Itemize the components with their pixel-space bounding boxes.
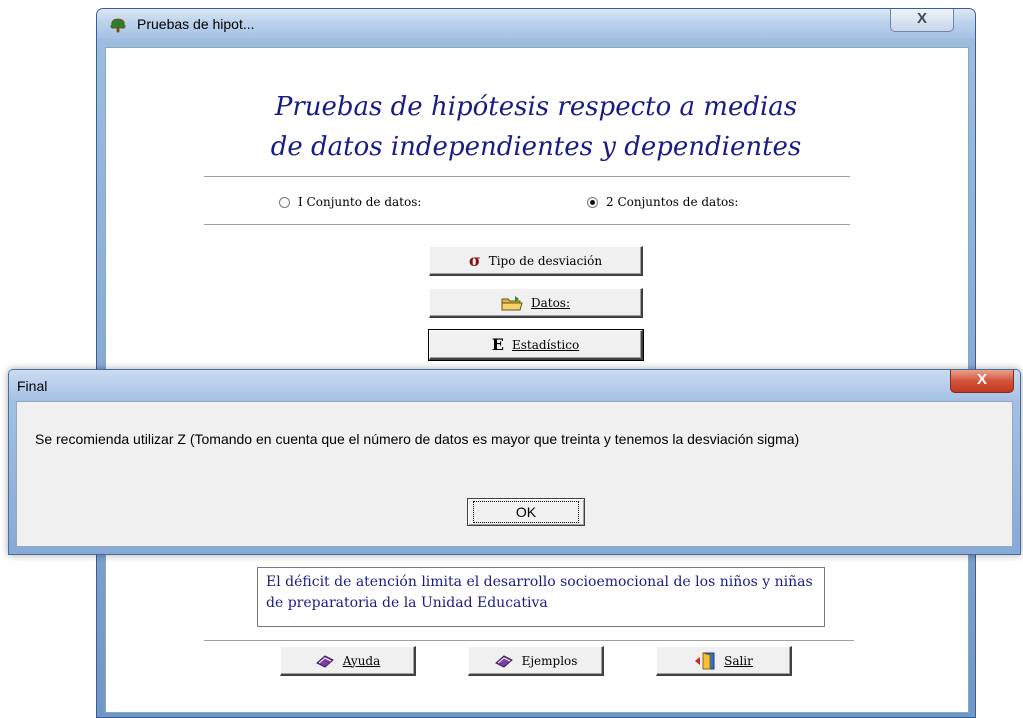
tipo-desviacion-label: Tipo de desviación [488, 253, 603, 268]
ok-label: OK [473, 501, 579, 523]
dialog-title-bar[interactable]: Final X [9, 370, 1020, 400]
radio-label-two-datasets: 2 Conjuntos de datos: [606, 195, 739, 209]
window-title: Pruebas de hipot... [137, 16, 255, 32]
datos-label: Datos: [530, 295, 571, 310]
dialog-message: Se recomienda utilizar Z (Tomando en cue… [35, 431, 800, 447]
ejemplos-button[interactable]: Ejemplos [468, 646, 604, 676]
folder-data-icon [501, 295, 523, 310]
radio-label-one-dataset: I Conjunto de datos: [298, 195, 422, 209]
dialog-title: Final [17, 378, 48, 394]
estadistico-label: Estadístico [512, 337, 580, 352]
final-dialog: Final X Se recomienda utilizar Z (Tomand… [8, 369, 1021, 555]
radio-circle-checked[interactable] [587, 196, 598, 208]
hypothesis-textbox[interactable]: El déficit de atención limita el desarro… [257, 567, 825, 627]
datos-button[interactable]: Datos: [429, 288, 643, 318]
close-icon: X [976, 371, 987, 388]
main-title-bar[interactable]: Pruebas de hipot... X [97, 9, 975, 39]
heading-line-2: de datos independientes y dependientes [270, 132, 802, 162]
dialog-body: Se recomienda utilizar Z (Tomando en cue… [16, 401, 1013, 547]
main-window: Pruebas de hipot... X Pruebas de hipótes… [96, 8, 976, 718]
door-exit-icon [695, 651, 715, 669]
book-icon [315, 654, 334, 668]
ayuda-label: Ayuda [342, 653, 381, 668]
heading-line-1: Pruebas de hipótesis respecto a medias [274, 92, 798, 122]
ok-button[interactable]: OK [467, 498, 585, 526]
dialog-close-button[interactable]: X [950, 370, 1014, 393]
app-tree-icon [110, 18, 126, 33]
ejemplos-label: Ejemplos [521, 653, 578, 668]
salir-label: Salir [724, 653, 753, 668]
estadistico-button[interactable]: E Estadístico [428, 329, 644, 361]
radio-two-datasets[interactable]: 2 Conjuntos de datos: [587, 195, 738, 209]
ayuda-button[interactable]: Ayuda [280, 646, 416, 676]
divider-middle [204, 224, 850, 226]
radio-circle-unchecked[interactable] [279, 196, 290, 208]
close-icon: X [916, 10, 927, 27]
sigma-icon: σ [468, 250, 481, 270]
close-button[interactable]: X [890, 9, 954, 32]
estadistico-e-icon: E [491, 334, 504, 354]
divider-top [204, 176, 850, 178]
tipo-desviacion-button[interactable]: σ Tipo de desviación [429, 246, 643, 276]
salir-button[interactable]: Salir [656, 646, 792, 676]
book-icon [494, 654, 513, 668]
radio-one-dataset[interactable]: I Conjunto de datos: [279, 195, 421, 209]
divider-bottom [204, 640, 854, 642]
